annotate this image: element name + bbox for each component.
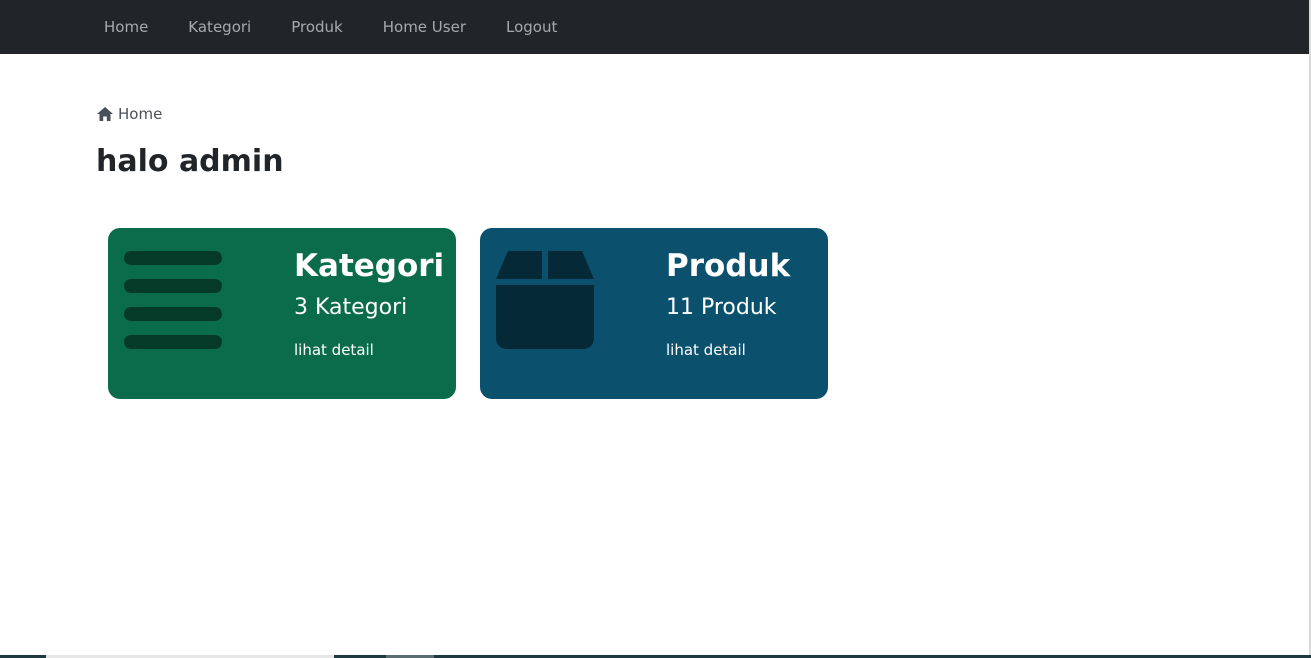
top-navbar: Home Kategori Produk Home User Logout (0, 0, 1309, 54)
card-produk-title: Produk (666, 248, 791, 284)
list-icon (124, 251, 222, 349)
card-produk-detail-link[interactable]: lihat detail (666, 340, 790, 360)
card-kategori-detail-link[interactable]: lihat detail (294, 340, 444, 360)
nav-home-user[interactable]: Home User (363, 0, 486, 54)
breadcrumb: Home (96, 104, 162, 124)
card-kategori-title: Kategori (294, 248, 445, 284)
page-title: halo admin (96, 144, 284, 179)
nav-kategori[interactable]: Kategori (168, 0, 271, 54)
card-produk: Produk 11 Produk lihat detail (480, 228, 828, 399)
box-icon (496, 251, 594, 349)
card-kategori-body: Kategori 3 Kategori lihat detail (294, 246, 444, 360)
breadcrumb-home[interactable]: Home (118, 105, 162, 123)
nav-links: Home Kategori Produk Home User Logout (84, 0, 577, 54)
nav-produk[interactable]: Produk (271, 0, 363, 54)
nav-home[interactable]: Home (84, 0, 168, 54)
home-icon (97, 107, 113, 121)
card-kategori: Kategori 3 Kategori lihat detail (108, 228, 456, 399)
card-kategori-count: 3 Kategori (294, 295, 408, 320)
card-produk-count: 11 Produk (666, 295, 777, 320)
app-window: Home Kategori Produk Home User Logout Ho… (0, 0, 1311, 658)
nav-logout[interactable]: Logout (486, 0, 577, 54)
card-produk-body: Produk 11 Produk lihat detail (666, 246, 790, 360)
